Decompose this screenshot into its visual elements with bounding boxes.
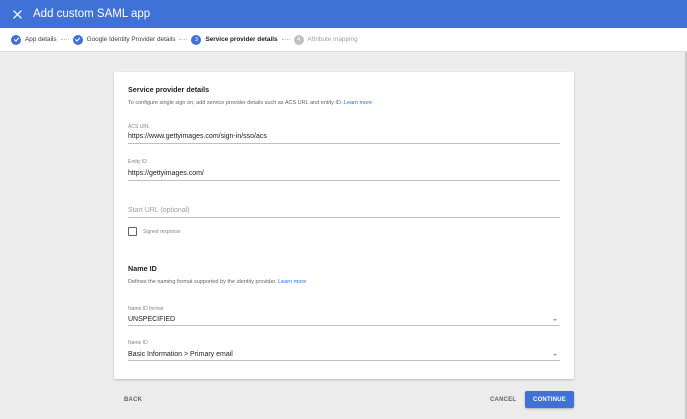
check-icon xyxy=(72,34,83,45)
dropdown-arrow-icon xyxy=(553,319,557,321)
app-header: Add custom SAML app xyxy=(0,0,687,28)
step-app-details[interactable]: App details xyxy=(11,34,57,45)
back-button[interactable]: BACK xyxy=(124,397,142,403)
entity-id-field[interactable]: Entity ID https://gettyimages.com/ xyxy=(128,159,560,181)
name-id-format-value: UNSPECIFIED xyxy=(128,316,176,323)
entity-id-input[interactable]: https://gettyimages.com/ xyxy=(128,170,204,177)
step-label: Google Identity Provider details xyxy=(86,36,176,43)
step-label: Service provider details xyxy=(205,36,278,43)
description-text: To configure single sign on, add service… xyxy=(128,100,343,106)
section-title-service-provider: Service provider details xyxy=(128,85,210,94)
name-id-label: Name ID xyxy=(128,340,148,346)
start-url-input[interactable]: Start URL (optional) xyxy=(128,207,190,214)
step-label: App details xyxy=(25,36,57,43)
step-connector xyxy=(60,39,69,40)
description-text: Defines the naming format supported by t… xyxy=(128,279,277,285)
section-title-name-id: Name ID xyxy=(128,264,157,273)
step-service-provider-details[interactable]: 3 Service provider details xyxy=(191,34,278,45)
step-attribute-mapping[interactable]: 4 Attribute mapping xyxy=(293,34,358,45)
learn-more-link[interactable]: Learn more xyxy=(278,279,306,285)
name-id-format-select[interactable]: Name ID format UNSPECIFIED xyxy=(128,306,560,326)
name-id-value: Basic Information > Primary email xyxy=(128,351,233,358)
check-icon xyxy=(11,34,21,45)
step-label: Attribute mapping xyxy=(307,36,358,43)
service-provider-card: Service provider details To configure si… xyxy=(114,72,574,379)
start-url-field[interactable]: Start URL (optional) xyxy=(128,206,560,218)
service-provider-description: To configure single sign on, add service… xyxy=(128,100,372,106)
step-number: 4 xyxy=(293,34,304,45)
dropdown-arrow-icon xyxy=(553,354,557,356)
step-google-idp-details[interactable]: Google Identity Provider details xyxy=(72,34,176,45)
step-connector xyxy=(281,39,290,40)
signed-response-label: Signed response xyxy=(143,229,181,235)
step-number: 3 xyxy=(191,34,202,45)
cancel-button[interactable]: CANCEL xyxy=(490,397,516,403)
name-id-description: Defines the naming format supported by t… xyxy=(128,279,306,285)
step-connector xyxy=(179,39,188,40)
close-icon[interactable] xyxy=(9,6,25,22)
acs-url-label: ACS URL xyxy=(128,124,150,130)
name-id-format-label: Name ID format xyxy=(128,306,164,312)
signed-response-checkbox[interactable] xyxy=(128,227,137,236)
name-id-select[interactable]: Name ID Basic Information > Primary emai… xyxy=(128,340,560,361)
continue-button[interactable]: CONTINUE xyxy=(525,391,574,408)
page-title: Add custom SAML app xyxy=(33,8,151,20)
progress-stepper: App details Google Identity Provider det… xyxy=(0,28,687,52)
acs-url-field[interactable]: ACS URL https://www.gettyimages.com/sign… xyxy=(128,124,560,144)
entity-id-label: Entity ID xyxy=(128,159,147,165)
learn-more-link[interactable]: Learn more xyxy=(344,100,372,106)
acs-url-input[interactable]: https://www.gettyimages.com/sign-in/sso/… xyxy=(128,133,267,140)
